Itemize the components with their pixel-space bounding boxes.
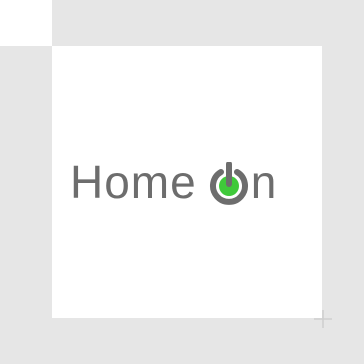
frame-strip-top [52,0,364,46]
frame-strip-left [0,46,52,364]
plus-icon [314,310,332,328]
logo-word-home: Home [70,156,197,208]
logo-word-n: n [250,156,278,208]
frame-strip-bottom [0,318,364,364]
screenshot-canvas: Home n [0,0,364,364]
home-on-logo: Home n [70,152,277,212]
power-icon [209,161,249,206]
